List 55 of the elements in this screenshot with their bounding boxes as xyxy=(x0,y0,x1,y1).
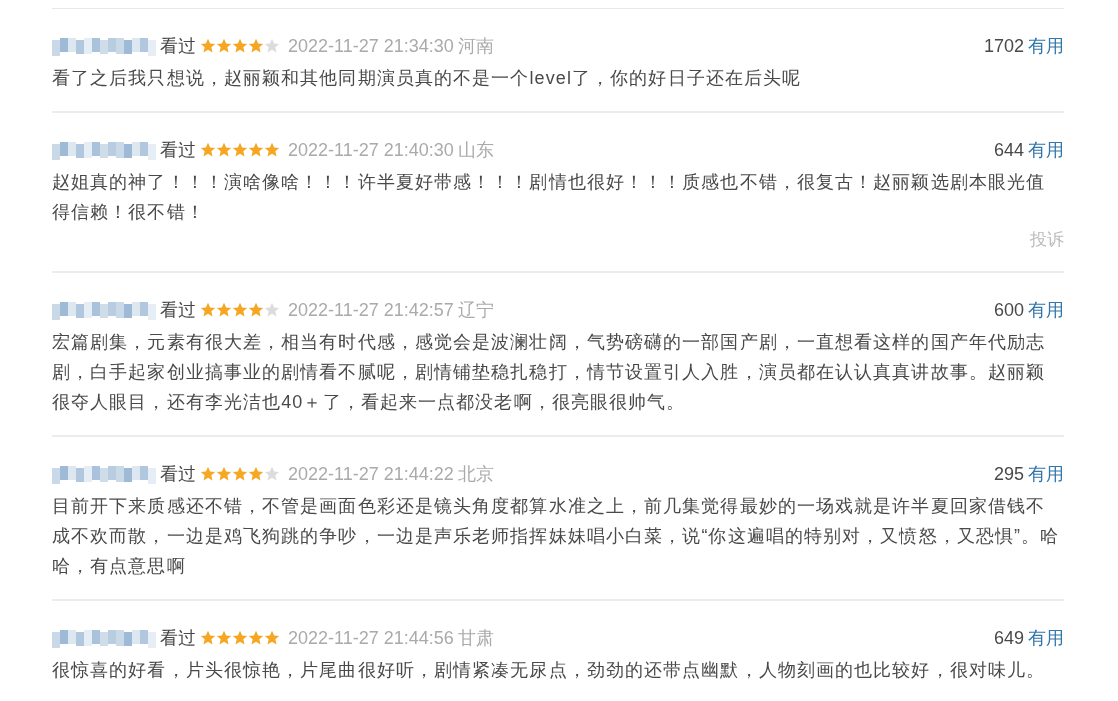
comment-time: 2022-11-27 21:44:22 xyxy=(288,462,454,486)
watch-status: 看过 xyxy=(160,626,196,650)
comment-time: 2022-11-27 21:44:56 xyxy=(288,626,454,650)
star-icon xyxy=(264,38,280,54)
star-icon xyxy=(264,301,280,318)
star-icon xyxy=(248,301,264,318)
star-icon xyxy=(216,38,232,54)
star-icon xyxy=(264,465,280,482)
comment-time: 2022-11-27 21:42:57 xyxy=(288,298,454,322)
star-icon xyxy=(232,629,248,646)
star-icon xyxy=(232,142,248,158)
comment-text: 宏篇剧集，元素有很大差，相当有时代感，感觉会是波澜壮阔，气势磅礴的一部国产剧，一直想看这样的国产年代励志剧，白手起家创业搞事业的剧情看不腻呢，剧情铺垫稳扎稳打，情节设置引人入胜，演员都在认认真真讲故事。赵丽颖很夺人眼目，还有李光洁也40＋了，看起来一点都没老啊，很亮眼很帅气。 xyxy=(52,330,1047,414)
vote-count: 649 xyxy=(993,626,1024,650)
star-icon xyxy=(248,142,264,158)
comment-region: 辽宁 xyxy=(457,298,494,322)
comment-time: 2022-11-27 21:34:30 xyxy=(288,35,454,58)
star-icon xyxy=(200,465,216,482)
watch-status: 看过 xyxy=(160,298,196,322)
star-icon xyxy=(264,629,280,646)
watch-status: 看过 xyxy=(160,139,196,162)
comment-region: 甘肃 xyxy=(457,626,494,650)
star-icon xyxy=(200,38,216,54)
useful-link[interactable]: 有用 xyxy=(1028,460,1064,487)
star-icon xyxy=(248,465,264,482)
watch-status: 看过 xyxy=(160,462,196,486)
comment-region: 山东 xyxy=(457,139,494,162)
star-icon xyxy=(216,301,232,318)
star-icon xyxy=(200,629,216,646)
comment-time: 2022-11-27 21:40:30 xyxy=(288,139,454,162)
star-icon xyxy=(216,142,232,158)
comment-text: 看了之后我只想说，赵丽颖和其他同期演员真的不是一个level了，你的好日子还在后头呢 xyxy=(52,67,803,90)
star-icon xyxy=(264,142,280,158)
star-icon xyxy=(216,629,232,646)
comment-text: 目前开下来质感还不错，不管是画面色彩还是镜头角度都算水准之上，前几集觉得最妙的一场戏就是许半夏回家借钱不成不欢而散，一边是鸡飞狗跳的争吵，一边是声乐老师指挥妹妹唱小白菜，说“你这遍唱的特别对，又愤怒，又恐惧”。哈哈，有点意思啊 xyxy=(52,494,1061,578)
star-icon xyxy=(232,465,248,482)
vote-count: 295 xyxy=(993,462,1024,486)
useful-link[interactable]: 有用 xyxy=(1028,33,1064,59)
comment-text: 赵姐真的神了！！！演啥像啥！！！许半夏好带感！！！剧情也很好！！！质感也不错，很复古！赵丽颖选剧本眼光值得信赖！很不错！ xyxy=(52,171,1047,224)
star-icon xyxy=(200,301,216,318)
star-icon xyxy=(248,629,264,646)
useful-link[interactable]: 有用 xyxy=(1028,137,1064,163)
star-icon xyxy=(248,38,264,54)
comment-region: 河南 xyxy=(457,35,494,58)
vote-count: 600 xyxy=(993,298,1024,322)
comment-text: 很惊喜的好看，片头很惊艳，片尾曲很好听，剧情紧凑无尿点，劲劲的还带点幽默，人物刻画的也比较好，很对味儿。 xyxy=(52,658,1047,682)
vote-count: 1702 xyxy=(983,35,1024,58)
star-icon xyxy=(216,465,232,482)
star-icon xyxy=(200,142,216,158)
useful-link[interactable]: 有用 xyxy=(1028,296,1064,323)
star-icon xyxy=(232,38,248,54)
watch-status: 看过 xyxy=(160,35,196,58)
useful-link[interactable]: 有用 xyxy=(1028,624,1064,651)
comment-region: 北京 xyxy=(457,462,494,486)
vote-count: 644 xyxy=(993,139,1024,162)
star-icon xyxy=(232,301,248,318)
